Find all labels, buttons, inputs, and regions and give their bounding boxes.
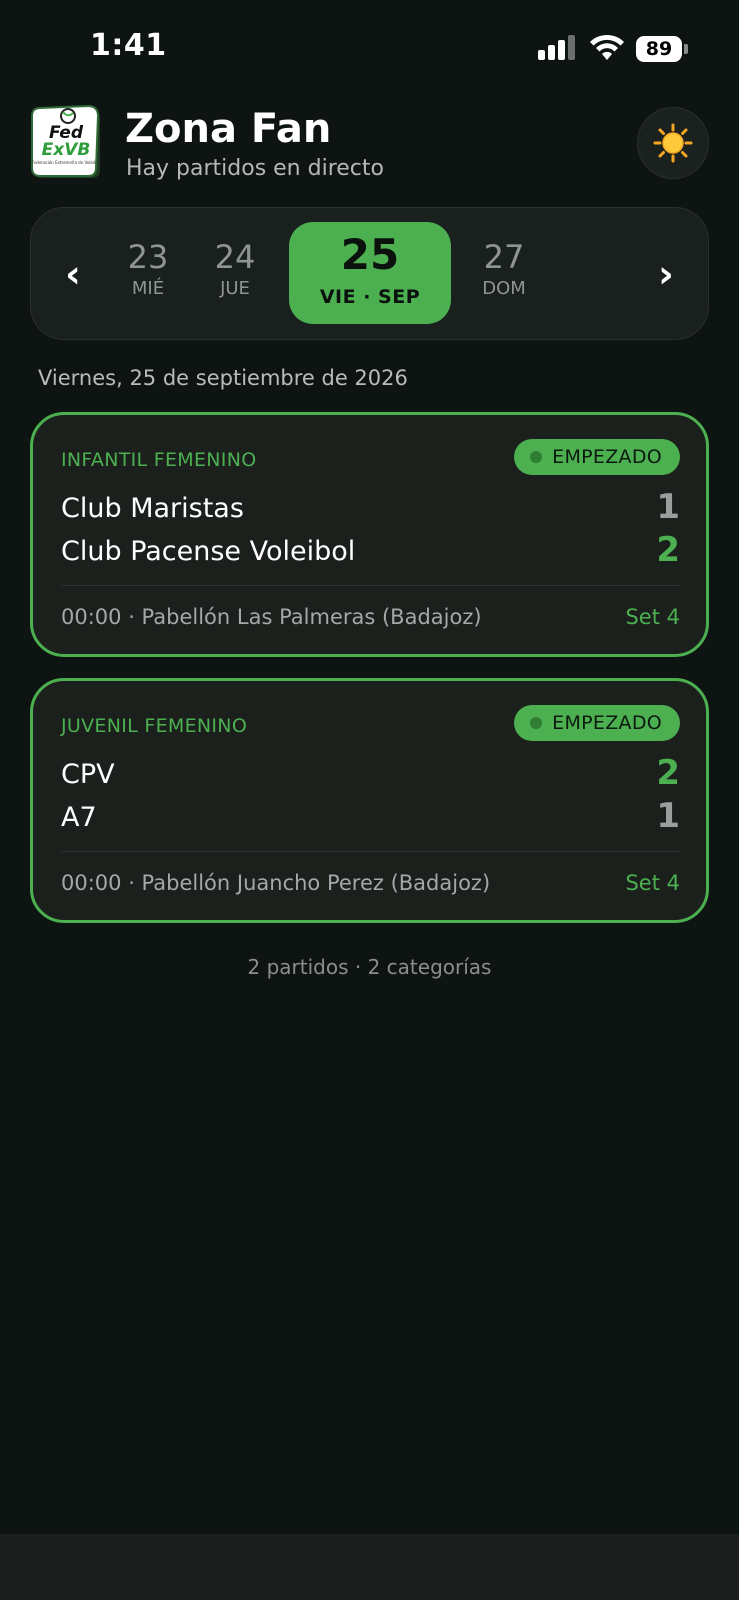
match-card[interactable]: INFANTIL FEMENINO EMPEZADO Club Maristas… bbox=[30, 412, 709, 657]
page-subtitle: Hay partidos en directo bbox=[126, 156, 384, 181]
match-set: Set 4 bbox=[625, 871, 680, 895]
home-team-name: CPV bbox=[61, 759, 115, 790]
day-weekday: MIÉ bbox=[131, 278, 165, 299]
day-24[interactable]: 24 JUE bbox=[195, 238, 275, 299]
divider bbox=[61, 851, 680, 852]
divider bbox=[61, 585, 680, 586]
date-heading: Viernes, 25 de septiembre de 2026 bbox=[38, 366, 408, 390]
status-label: EMPEZADO bbox=[552, 712, 662, 734]
home-team-score: 1 bbox=[656, 487, 680, 527]
chevron-right-icon[interactable]: › bbox=[646, 252, 686, 296]
day-number: 23 bbox=[127, 238, 169, 276]
match-category: INFANTIL FEMENINO bbox=[61, 449, 257, 471]
live-dot-icon bbox=[530, 451, 543, 463]
battery-icon: 89 bbox=[636, 36, 688, 62]
match-category: JUVENIL FEMENINO bbox=[61, 715, 248, 737]
home-team-name: Club Maristas bbox=[61, 493, 244, 524]
logo-text-exvb: ExVB bbox=[42, 140, 91, 160]
day-number: 27 bbox=[483, 238, 525, 276]
wifi-icon bbox=[590, 34, 624, 60]
home-team-score: 2 bbox=[656, 753, 680, 793]
day-27[interactable]: 27 DOM bbox=[464, 238, 544, 299]
status-badge: EMPEZADO bbox=[514, 439, 680, 475]
status-time: 1:41 bbox=[90, 28, 167, 63]
matches-summary: 2 partidos · 2 categorías bbox=[247, 955, 492, 979]
day-weekday: VIE · SEP bbox=[319, 286, 421, 308]
status-label: EMPEZADO bbox=[552, 446, 662, 468]
day-weekday: JUE bbox=[220, 278, 250, 299]
live-dot-icon bbox=[530, 717, 543, 729]
away-team-name: A7 bbox=[61, 802, 97, 833]
chevron-left-icon[interactable]: ‹ bbox=[53, 252, 93, 296]
theme-toggle-button[interactable] bbox=[637, 107, 709, 179]
day-25-selected[interactable]: 25 VIE · SEP bbox=[289, 222, 451, 324]
status-bar: 1:41 89 bbox=[0, 0, 739, 100]
away-team-name: Club Pacense Voleibol bbox=[61, 536, 356, 567]
date-picker: ‹ 23 MIÉ 24 JUE 25 VIE · SEP 27 DOM › bbox=[30, 207, 709, 340]
page-title: Zona Fan bbox=[125, 106, 332, 152]
day-weekday: DOM bbox=[482, 278, 526, 299]
day-number: 25 bbox=[340, 230, 400, 279]
battery-level: 89 bbox=[636, 36, 682, 62]
match-set: Set 4 bbox=[625, 605, 680, 629]
away-team-score: 2 bbox=[656, 530, 680, 570]
logo-text-federation: Federación Extremeña de Voleibol bbox=[32, 160, 100, 165]
match-meta: 00:00 · Pabellón Juancho Perez (Badajoz) bbox=[61, 871, 491, 895]
match-meta: 00:00 · Pabellón Las Palmeras (Badajoz) bbox=[61, 605, 482, 629]
match-card[interactable]: JUVENIL FEMENINO EMPEZADO CPV 2 A7 1 00:… bbox=[30, 678, 709, 923]
header: Fed ExVB Federación Extremeña de Voleibo… bbox=[30, 102, 709, 184]
status-badge: EMPEZADO bbox=[514, 705, 680, 741]
day-number: 24 bbox=[214, 238, 256, 276]
cellular-signal-icon bbox=[538, 35, 578, 60]
sun-icon bbox=[653, 123, 693, 163]
bottom-bar bbox=[0, 1534, 739, 1600]
away-team-score: 1 bbox=[656, 796, 680, 836]
day-23[interactable]: 23 MIÉ bbox=[108, 238, 188, 299]
fedexvb-logo: Fed ExVB Federación Extremeña de Voleibo… bbox=[31, 104, 100, 178]
